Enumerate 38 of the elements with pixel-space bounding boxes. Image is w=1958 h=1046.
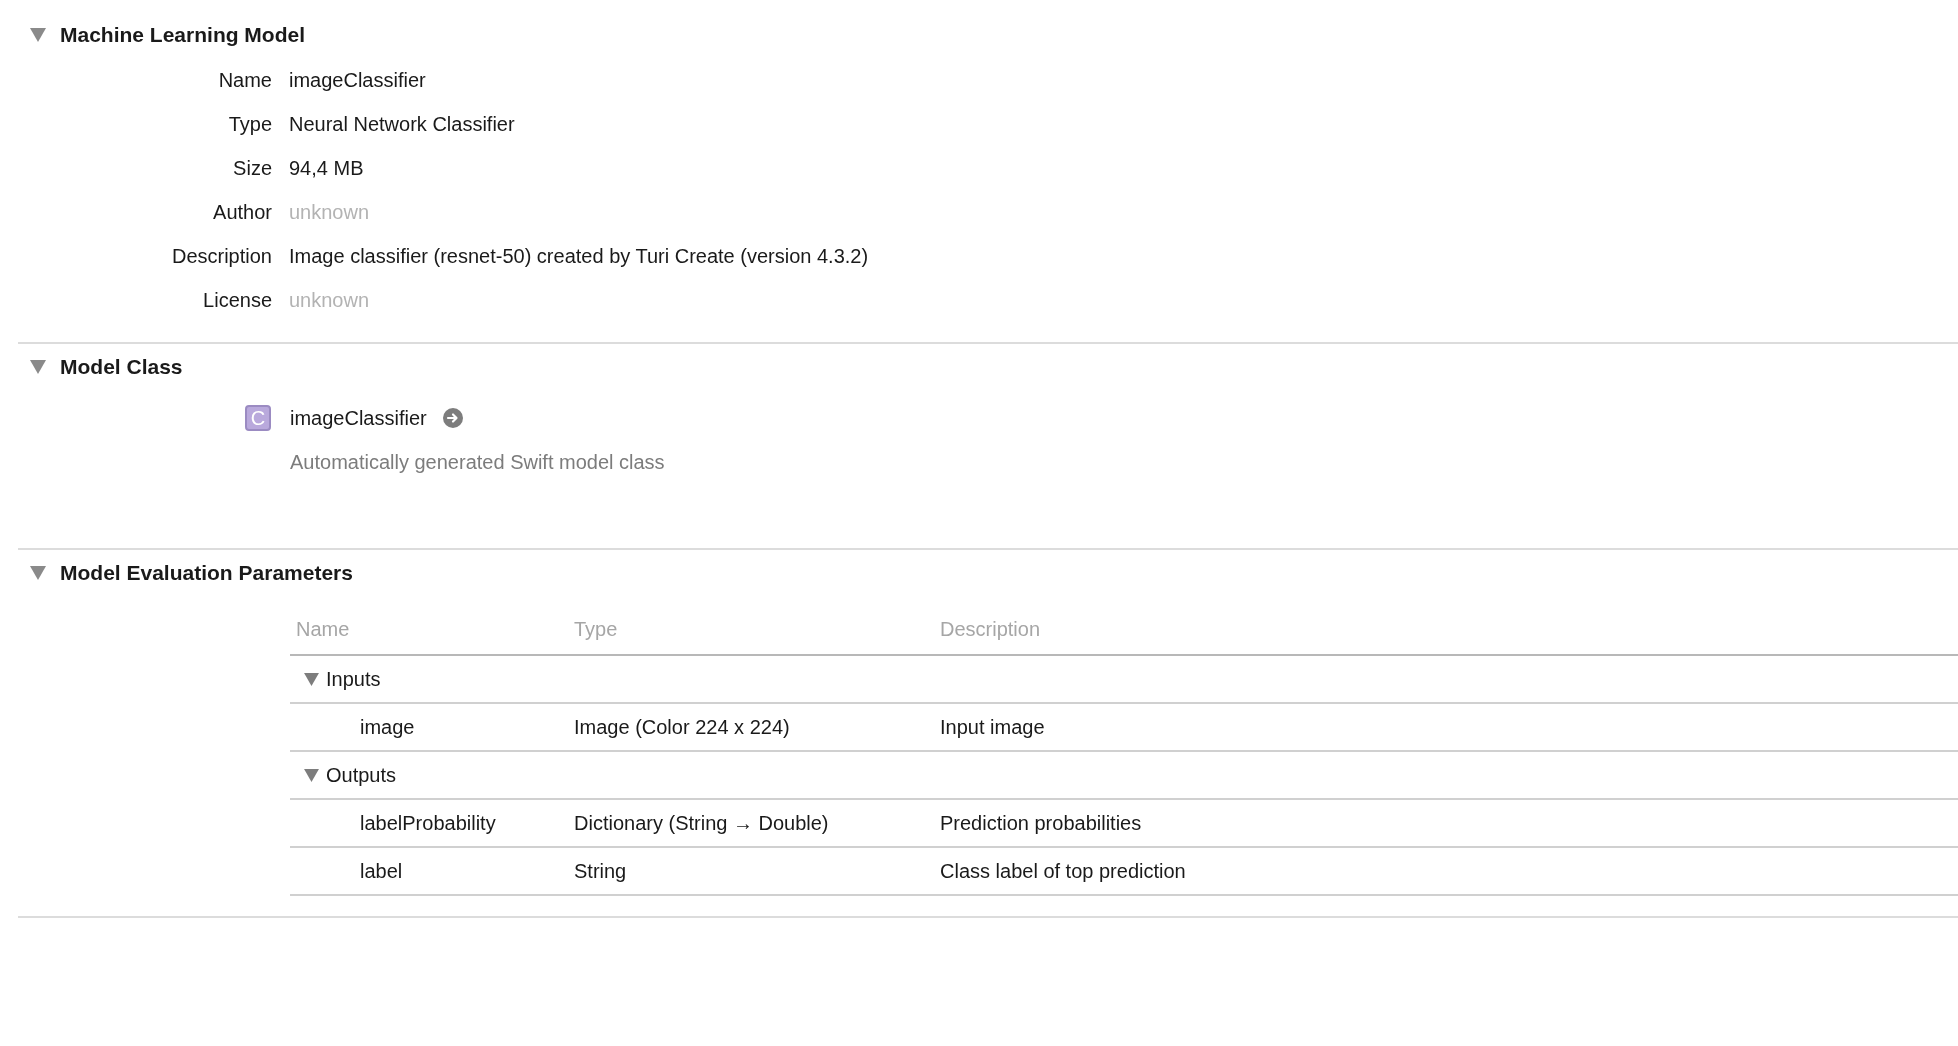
- table-cell-text: label: [359, 859, 404, 883]
- disclosure-triangle-icon[interactable]: [304, 768, 319, 782]
- disclosure-triangle-icon[interactable]: [30, 566, 46, 580]
- class-icon: C: [245, 405, 271, 431]
- property-value: 94,4 MB: [289, 156, 365, 181]
- section-title: Model Class: [60, 355, 183, 379]
- disclosure-triangle-icon[interactable]: [304, 672, 319, 686]
- group-label: Outputs: [326, 763, 397, 787]
- property-value: imageClassifier: [289, 68, 427, 93]
- table-cell-text: image: [359, 715, 416, 739]
- disclosure-triangle-icon[interactable]: [30, 360, 46, 374]
- section-title: Model Evaluation Parameters: [60, 561, 353, 585]
- property-label: License: [202, 288, 272, 313]
- table-cell-text: String: [574, 859, 628, 883]
- property-label: Size: [232, 156, 272, 181]
- table-cell-text: labelProbability: [359, 811, 497, 835]
- property-label: Type: [227, 112, 272, 137]
- arrow-circle-icon[interactable]: [442, 408, 463, 428]
- property-label: Description: [170, 244, 272, 269]
- property-value: unknown: [289, 288, 371, 313]
- property-value: unknown: [289, 200, 371, 225]
- property-value: Image classifier (resnet-50) created by Turi Create (version 4.3.2): [289, 244, 870, 269]
- column-header: Description: [940, 617, 1041, 641]
- property-value: Neural Network Classifier: [289, 112, 516, 137]
- property-label: Name: [217, 68, 272, 93]
- column-header: Name: [295, 617, 351, 641]
- table-cell: Input image: [940, 715, 1045, 739]
- group-label: Inputs: [326, 667, 381, 691]
- column-header: Type: [574, 617, 619, 641]
- section-title: Machine Learning Model: [60, 23, 306, 47]
- table-cell: Prediction probabilities: [940, 811, 1142, 835]
- table-cell-text: Dictionary (String → Double): [574, 811, 830, 835]
- table-cell-text: Image (Color 224 x 224): [574, 715, 791, 739]
- table-cell: Class label of top prediction: [940, 859, 1186, 883]
- class-description: Automatically generated Swift model class: [289, 450, 666, 475]
- property-label: Author: [212, 200, 272, 225]
- disclosure-triangle-icon[interactable]: [30, 28, 46, 42]
- class-name: imageClassifier: [290, 406, 427, 430]
